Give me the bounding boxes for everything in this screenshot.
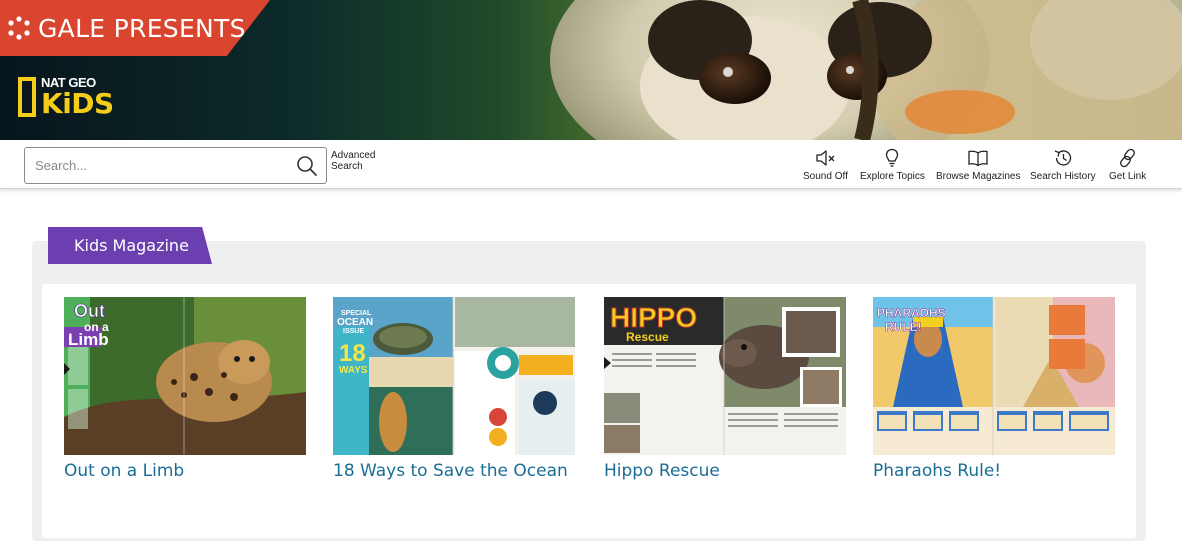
cover-headline-pharaohs: PHARAOHS — [877, 306, 946, 320]
search-icon[interactable] — [296, 155, 318, 177]
article-card-hippo-rescue[interactable]: HIPPO Rescue Hippo Rescue — [604, 297, 846, 481]
search-history-label: Search History — [1030, 171, 1096, 182]
cover-headline-limb: Limb — [68, 330, 109, 349]
cover-headline-out: Out — [74, 301, 105, 321]
article-thumbnail[interactable]: Out on a Limb — [64, 297, 306, 455]
browse-magazines-button[interactable]: Browse Magazines — [936, 148, 1020, 182]
article-card-18-ways-to-save-the-ocean[interactable]: SPECIAL OCEAN ISSUE 18 WAYS 18 Ways to S… — [333, 297, 575, 481]
get-link-label: Get Link — [1109, 171, 1147, 182]
natgeo-kids-logo[interactable]: NAT GEO KiDS — [18, 76, 114, 118]
section-title: Kids Magazine — [74, 236, 189, 255]
cover-headline-special: SPECIAL — [341, 310, 372, 317]
sound-off-icon — [816, 150, 835, 166]
cover-headline-rescue: Rescue — [626, 330, 669, 344]
article-card-pharaohs-rule[interactable]: PHARAOHS RULE! Pharaohs Rule! — [873, 297, 1115, 481]
gale-presents-banner: GALE PRESENTS — [0, 0, 270, 56]
article-thumbnail[interactable]: PHARAOHS RULE! — [873, 297, 1115, 455]
explore-topics-label: Explore Topics — [860, 171, 925, 182]
natgeo-yellow-frame-icon — [18, 77, 36, 117]
sound-off-button[interactable]: Sound Off — [803, 148, 848, 182]
get-link-button[interactable]: Get Link — [1109, 148, 1146, 182]
link-icon — [1119, 148, 1135, 168]
lightbulb-icon — [886, 148, 899, 167]
search-input[interactable] — [25, 148, 290, 183]
article-title[interactable]: Pharaohs Rule! — [873, 461, 1001, 481]
article-thumbnail[interactable]: HIPPO Rescue — [604, 297, 846, 455]
history-icon — [1054, 150, 1071, 166]
gale-presents-label: GALE PRESENTS — [38, 13, 246, 43]
cover-headline-hippo: HIPPO — [610, 302, 697, 333]
search-box — [24, 147, 327, 184]
advanced-search-link[interactable]: Advanced Search — [331, 150, 387, 172]
cover-headline-18: 18 — [339, 340, 366, 367]
cover-headline-rule: RULE! — [885, 320, 922, 334]
page: GALE PRESENTS NAT GEO KiDS Advanced Sear… — [0, 0, 1182, 545]
sound-off-label: Sound Off — [803, 171, 848, 182]
explore-topics-button[interactable]: Explore Topics — [860, 148, 925, 182]
toolbar: Advanced Search Sound Off Explore Topics — [0, 140, 1182, 189]
section-title-tab: Kids Magazine — [48, 227, 212, 264]
article-title[interactable]: 18 Ways to Save the Ocean — [333, 461, 568, 481]
article-title[interactable]: Out on a Limb — [64, 461, 184, 481]
article-title[interactable]: Hippo Rescue — [604, 461, 720, 481]
browse-magazines-label: Browse Magazines — [936, 171, 1021, 182]
hero-banner: GALE PRESENTS NAT GEO KiDS — [0, 0, 1182, 140]
natgeo-logo-kids: KiDS — [41, 87, 114, 120]
article-thumbnail[interactable]: SPECIAL OCEAN ISSUE 18 WAYS — [333, 297, 575, 455]
search-history-button[interactable]: Search History — [1030, 148, 1096, 182]
cover-headline-ocean: OCEAN — [337, 317, 373, 328]
cover-headline-ways: WAYS — [339, 365, 368, 376]
article-card-out-on-a-limb[interactable]: Out on a Limb Out on a Limb — [64, 297, 306, 481]
gale-logo-icon — [8, 16, 30, 40]
cover-headline-issue: ISSUE — [343, 328, 364, 335]
open-book-icon — [968, 150, 988, 167]
